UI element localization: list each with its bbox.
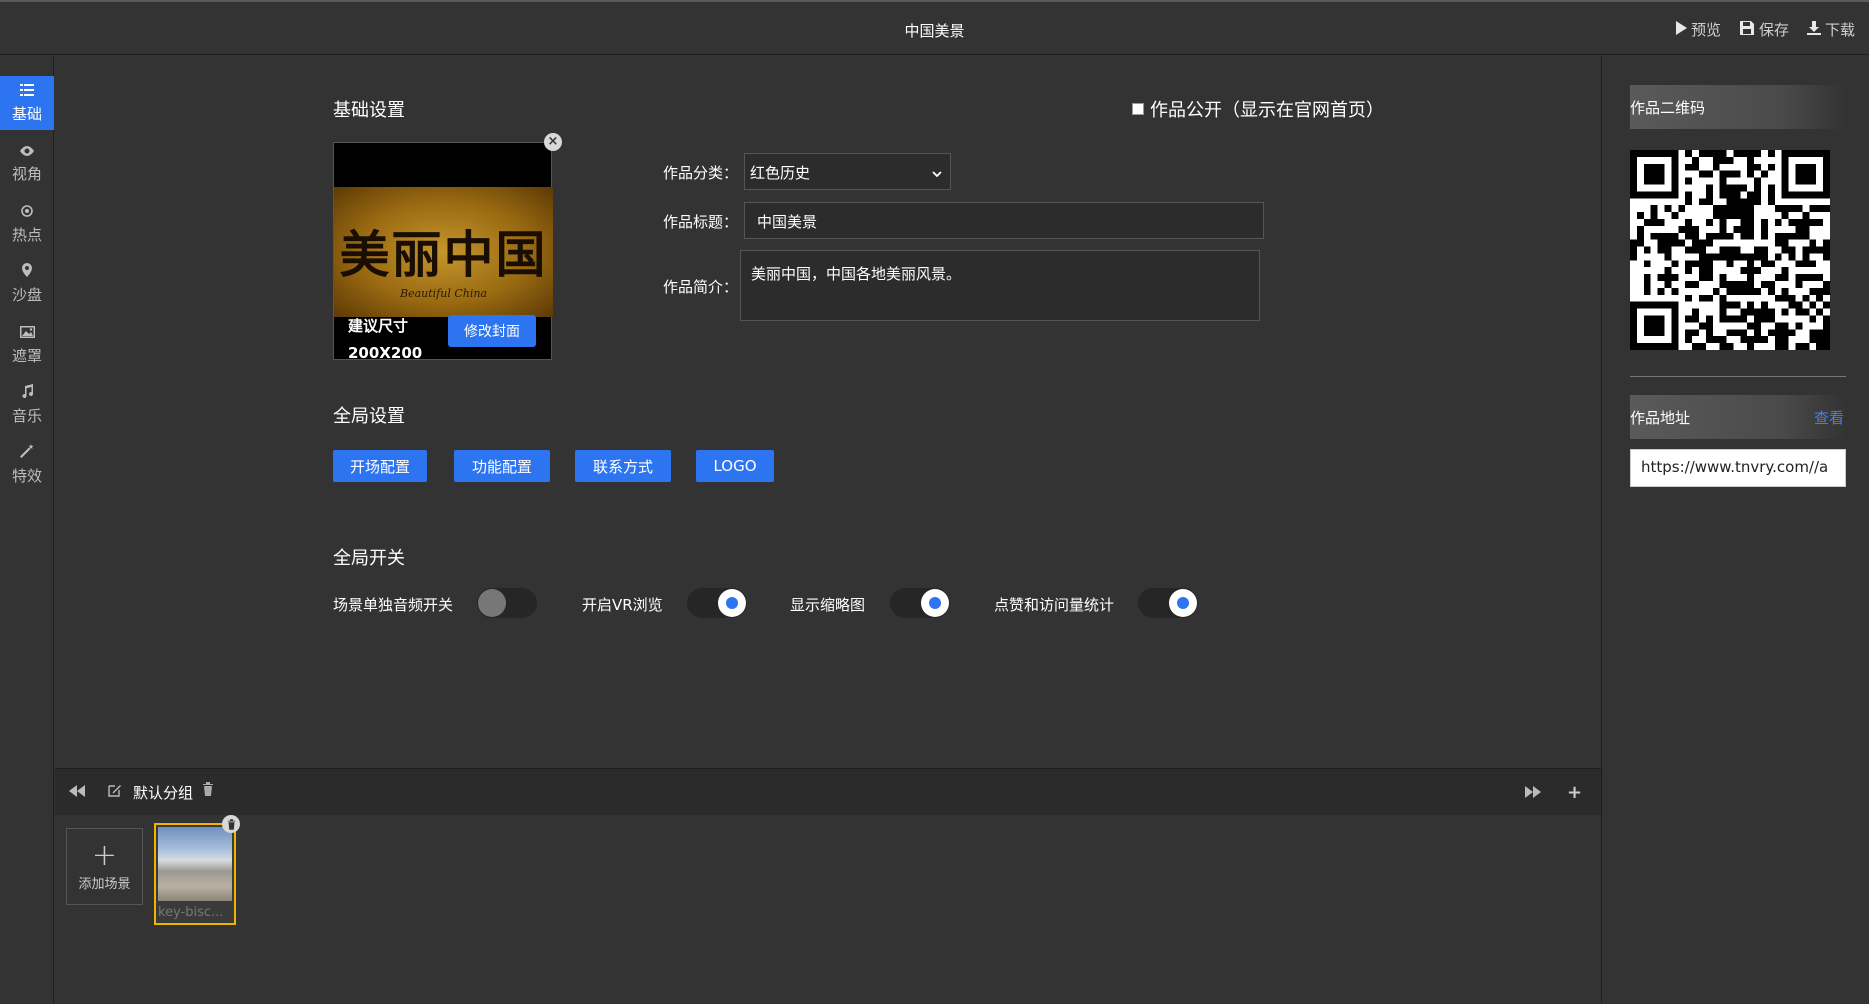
vr-toggle[interactable] — [687, 588, 747, 618]
global-switches-title: 全局开关 — [333, 548, 405, 569]
cover-art: 美丽中国 Beautiful China — [334, 187, 553, 317]
play-icon — [1675, 20, 1687, 39]
sidebar-item-label: 遮罩 — [11, 347, 42, 365]
switch-label-scene-audio: 场景单独音频开关 — [333, 596, 454, 614]
sidebar-item-effects[interactable]: 特效 — [0, 438, 54, 492]
cover-image: 美丽中国 Beautiful China 建议尺寸 200X200 修改封面 × — [333, 133, 562, 362]
plus-icon: + — [91, 838, 118, 873]
sidebar-item-basic[interactable]: 基础 — [0, 76, 54, 130]
function-config-button[interactable]: 功能配置 — [454, 450, 550, 482]
address-header: 作品地址 查看 — [1630, 395, 1846, 439]
save-label: 保存 — [1758, 21, 1789, 39]
qr-header: 作品二维码 — [1630, 85, 1846, 129]
opening-config-button[interactable]: 开场配置 — [333, 450, 427, 482]
image-icon — [19, 324, 35, 342]
cover-art-text: 美丽中国 — [339, 225, 548, 284]
chevron-down-icon — [932, 164, 942, 182]
pin-icon — [22, 263, 32, 281]
sidebar-item-mask[interactable]: 遮罩 — [0, 318, 54, 372]
public-label: 作品公开（显示在官网首页） — [1150, 100, 1384, 121]
title-label: 作品标题： — [663, 213, 739, 231]
download-button[interactable]: 下载 — [1806, 19, 1855, 40]
thumbnails-toggle[interactable] — [890, 588, 950, 618]
switch-label-thumbnails: 显示缩略图 — [790, 596, 866, 614]
cover-art-subtext: Beautiful China — [399, 287, 487, 300]
cover-size-value: 200X200 — [348, 344, 423, 362]
stats-toggle[interactable] — [1138, 588, 1198, 618]
qr-title: 作品二维码 — [1630, 98, 1706, 117]
target-icon — [21, 203, 33, 221]
save-button[interactable]: 保存 — [1739, 19, 1789, 40]
eye-icon — [20, 142, 34, 160]
toggle-knob — [1169, 589, 1197, 617]
sidebar-item-label: 热点 — [11, 226, 42, 244]
wand-icon — [20, 444, 34, 462]
group-name[interactable]: 默认分组 — [133, 782, 193, 803]
list-icon — [20, 82, 34, 100]
logo-button[interactable]: LOGO — [696, 450, 774, 482]
basic-settings-title: 基础设置 — [333, 100, 405, 121]
scene-thumbnail[interactable]: key-bisc... — [154, 815, 240, 925]
sidebar-item-hotspot[interactable]: 热点 — [0, 197, 54, 251]
trash-icon[interactable] — [202, 782, 214, 800]
title-input[interactable]: 中国美景 — [744, 202, 1264, 239]
add-scene-button[interactable]: + 添加场景 — [66, 828, 143, 905]
backward-icon[interactable] — [69, 783, 85, 801]
sidebar-item-label: 沙盘 — [11, 286, 42, 304]
plus-icon[interactable]: + — [1567, 782, 1582, 803]
main-content: 基础设置 作品公开（显示在官网首页） 美丽中国 Beautiful China … — [55, 56, 1601, 767]
scene-name: key-bisc... — [158, 905, 224, 920]
sidebar-item-label: 特效 — [11, 467, 42, 485]
sidebar-item-music[interactable]: 音乐 — [0, 378, 54, 432]
trash-icon[interactable] — [222, 815, 240, 833]
toggle-knob — [718, 589, 746, 617]
add-scene-label: 添加场景 — [78, 877, 131, 892]
close-icon[interactable]: × — [544, 133, 562, 151]
sidebar-item-sandtable[interactable]: 沙盘 — [0, 257, 54, 311]
scene-image — [158, 827, 232, 901]
cover-size-hint: 建议尺寸 200X200 — [348, 313, 422, 367]
switch-label-stats: 点赞和访问量统计 — [994, 596, 1115, 614]
right-panel: 作品二维码 作品地址 查看 https://www.tnvry.com//a — [1601, 56, 1869, 1004]
project-title: 中国美景 — [904, 22, 965, 40]
url-input[interactable]: https://www.tnvry.com//a — [1630, 449, 1846, 487]
forward-icon[interactable] — [1525, 784, 1541, 802]
category-label: 作品分类： — [663, 164, 739, 182]
download-label: 下载 — [1824, 21, 1855, 39]
sidebar-item-view[interactable]: 视角 — [0, 136, 54, 190]
preview-label: 预览 — [1690, 21, 1721, 39]
sidebar-item-label: 视角 — [11, 165, 42, 183]
address-title: 作品地址 — [1630, 408, 1691, 427]
contact-button[interactable]: 联系方式 — [575, 450, 671, 482]
top-bar: 中国美景 预览 保存 下载 — [0, 0, 1869, 55]
music-icon — [21, 384, 34, 402]
edit-cover-button[interactable]: 修改封面 — [448, 315, 536, 347]
scene-panel: 默认分组 + + 添加场景 key-bisc... — [55, 768, 1601, 1004]
qr-code — [1630, 150, 1830, 350]
global-settings-title: 全局设置 — [333, 406, 405, 427]
switch-label-vr: 开启VR浏览 — [582, 596, 663, 614]
view-link[interactable]: 查看 — [1814, 407, 1844, 428]
group-bar: 默认分组 + — [55, 769, 1601, 815]
public-checkbox[interactable]: 作品公开（显示在官网首页） — [1132, 96, 1384, 122]
cover-size-label: 建议尺寸 — [348, 317, 409, 335]
intro-textarea[interactable]: 美丽中国，中国各地美丽风景。 — [740, 250, 1260, 321]
scene-audio-toggle[interactable] — [477, 588, 537, 618]
category-select[interactable]: 红色历史 — [744, 153, 951, 190]
toggle-knob — [921, 589, 949, 617]
checkbox[interactable] — [1132, 103, 1144, 115]
save-icon — [1739, 20, 1755, 40]
edit-icon[interactable] — [108, 783, 122, 801]
left-sidebar: 基础 视角 热点 沙盘 遮罩 音乐 特效 — [0, 56, 54, 1004]
top-actions: 预览 保存 下载 — [1675, 19, 1855, 40]
preview-button[interactable]: 预览 — [1675, 19, 1721, 40]
category-value: 红色历史 — [750, 164, 811, 182]
toggle-knob — [478, 589, 506, 617]
download-icon — [1806, 20, 1821, 39]
intro-label: 作品简介： — [663, 278, 739, 296]
divider — [1630, 376, 1846, 377]
sidebar-item-label: 基础 — [11, 105, 42, 123]
sidebar-item-label: 音乐 — [11, 407, 42, 425]
